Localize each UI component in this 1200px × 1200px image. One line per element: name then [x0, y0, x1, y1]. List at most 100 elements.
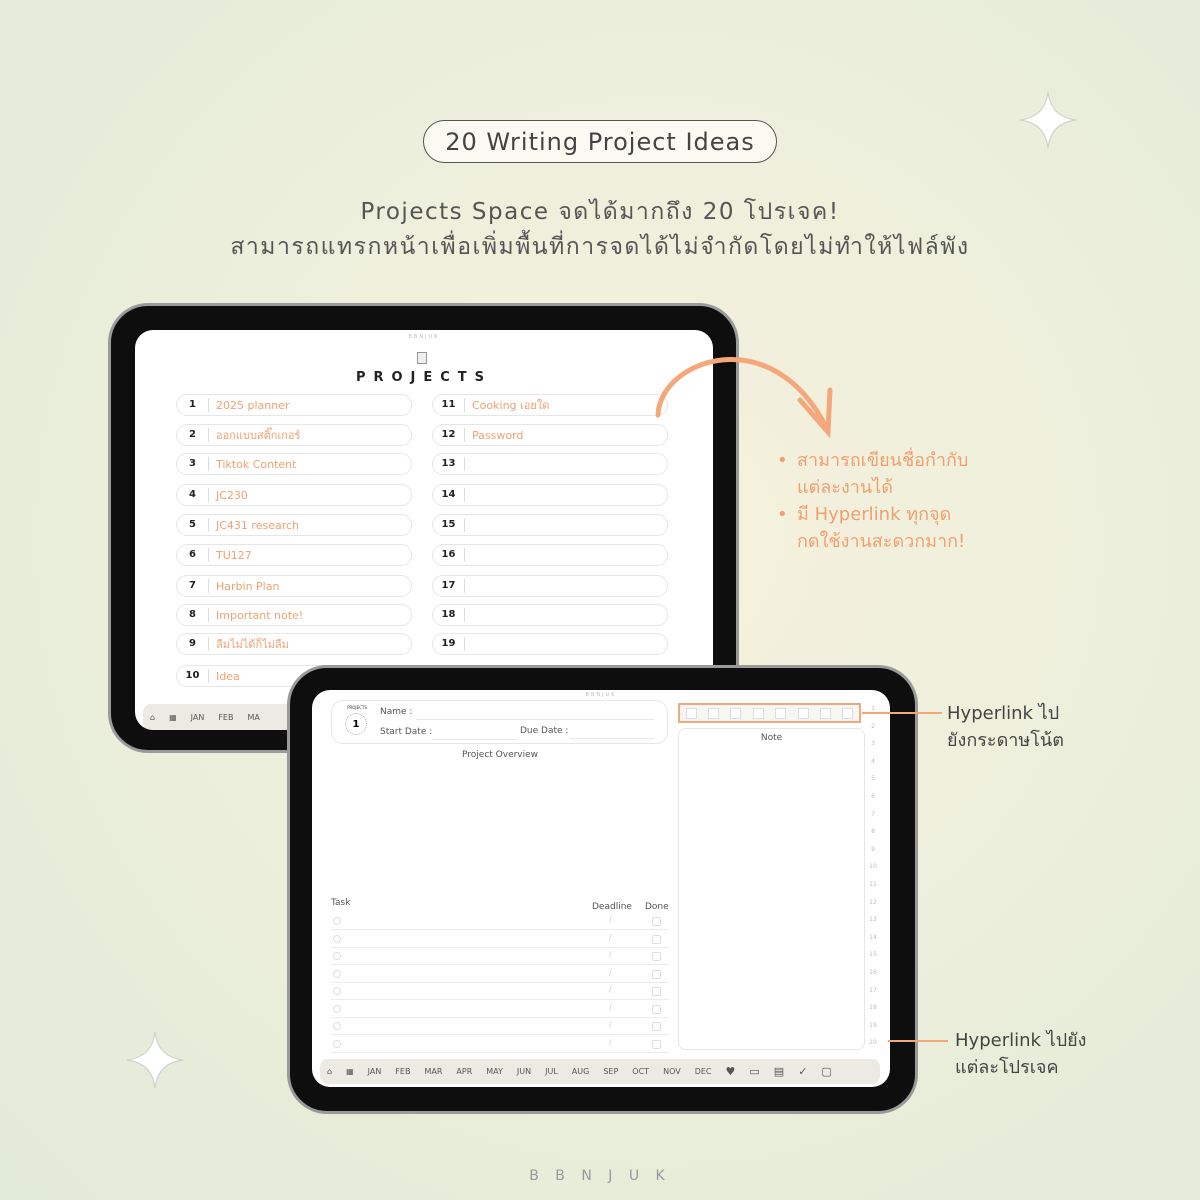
project-row[interactable]: 17: [432, 575, 668, 597]
link-icon[interactable]: [685, 707, 697, 719]
done-checkbox[interactable]: [652, 987, 661, 996]
project-row[interactable]: 9 ลืมไม่ได้ก็ไม่ลืม: [176, 633, 412, 655]
task-bullet-icon: [333, 934, 341, 943]
calendar-icon[interactable]: ▦: [346, 1067, 354, 1076]
link-icon[interactable]: [797, 707, 809, 719]
task-row[interactable]: /: [331, 933, 669, 948]
project-row[interactable]: 12 Password: [432, 424, 668, 446]
annotation-bullets: • สามารถเขียนชื่อกำกับ แต่ละงานได้ • มี Hyp…: [777, 447, 968, 555]
done-checkbox[interactable]: [652, 969, 661, 979]
project-row[interactable]: 11 Cooking เอยใด: [432, 394, 668, 416]
link-icon[interactable]: [708, 707, 720, 719]
deadline-field[interactable]: /: [609, 968, 612, 977]
deadline-field[interactable]: /: [609, 1038, 612, 1047]
note-box[interactable]: Note: [678, 728, 865, 1050]
project-number: 18: [433, 608, 465, 622]
task-row[interactable]: /: [331, 950, 669, 965]
project-name: Password: [472, 428, 524, 442]
nav-month[interactable]: NOV: [663, 1067, 681, 1076]
callout2-line2: แต่ละโปรเจค: [955, 1057, 1059, 1078]
heart-icon[interactable]: ♥: [726, 1065, 736, 1078]
footer-brand: B B N J U K: [529, 1168, 671, 1184]
nav-month[interactable]: FEB: [395, 1067, 410, 1076]
task-row[interactable]: /: [331, 1020, 669, 1035]
nav-jan[interactable]: JAN: [191, 713, 205, 722]
project-row[interactable]: 4 JC230: [176, 484, 412, 506]
project-number: 9: [177, 637, 209, 651]
project-row[interactable]: 13: [432, 453, 668, 475]
link-icon[interactable]: [752, 707, 764, 719]
task-row[interactable]: /: [331, 915, 669, 930]
hyperlink-project-callout: Hyperlink ไปยัง แต่ละโปรเจค: [955, 1027, 1086, 1081]
hyperlink-note-callout: Hyperlink ไป ยังกระดาษโน้ต: [947, 700, 1064, 754]
project-row[interactable]: 6 TU127: [176, 544, 412, 566]
note-icon[interactable]: ▢: [821, 1065, 831, 1078]
callout1-line2: ยังกระดาษโน้ต: [947, 730, 1064, 751]
link-icon[interactable]: [775, 707, 787, 719]
project-row[interactable]: 19: [432, 633, 668, 655]
project-row[interactable]: 8 Important note!: [176, 604, 412, 626]
deadline-field[interactable]: /: [609, 985, 612, 994]
project-number: 7: [177, 579, 209, 593]
project-row[interactable]: 15: [432, 514, 668, 536]
project-row[interactable]: 1 2025 planner: [176, 394, 412, 416]
bullet1-line1: สามารถเขียนชื่อกำกับ: [797, 450, 969, 471]
project-number: 6: [177, 548, 209, 562]
done-checkbox[interactable]: [652, 1022, 661, 1031]
project-row[interactable]: 18: [432, 604, 668, 626]
done-checkbox[interactable]: [652, 917, 661, 926]
done-checkbox[interactable]: [652, 952, 661, 961]
nav-month[interactable]: JUL: [545, 1067, 558, 1076]
task-row[interactable]: /: [331, 985, 669, 1000]
link-icon[interactable]: [819, 707, 831, 719]
task-bullet-icon: [333, 952, 341, 960]
start-date-field[interactable]: [432, 739, 517, 740]
nav-month[interactable]: MAR: [424, 1067, 442, 1076]
done-checkbox[interactable]: [652, 1004, 661, 1014]
brand-mark: BBNJUK: [408, 334, 440, 340]
bottom-nav: ⌂ ▦ JAN FEB MAR APR MAY JUN JUL AUG SEP OCT NOV DEC ♥…: [320, 1059, 880, 1084]
project-row[interactable]: 14: [432, 484, 668, 506]
nav-month[interactable]: MAY: [486, 1067, 503, 1076]
project-row[interactable]: 5 JC431 research: [176, 514, 412, 536]
nav-feb[interactable]: FEB: [218, 713, 233, 722]
task-row[interactable]: /: [331, 968, 669, 983]
home-icon[interactable]: ⌂: [150, 713, 155, 722]
deadline-field[interactable]: /: [609, 950, 612, 959]
nav-month[interactable]: SEP: [603, 1067, 618, 1076]
task-row[interactable]: /: [331, 1038, 669, 1053]
link-icon[interactable]: [842, 707, 854, 719]
calendar-icon[interactable]: ▦: [169, 713, 177, 722]
project-row[interactable]: 16: [432, 544, 668, 566]
nav-month[interactable]: JAN: [368, 1067, 382, 1076]
project-overview-label: Project Overview: [462, 750, 539, 760]
task-label: Task: [331, 898, 351, 908]
done-checkbox[interactable]: [652, 934, 661, 944]
wallet-icon[interactable]: ▭: [749, 1065, 759, 1078]
project-name: JC230: [216, 488, 248, 502]
due-date-field[interactable]: [570, 738, 654, 739]
nav-month[interactable]: AUG: [572, 1067, 590, 1076]
project-row[interactable]: 7 Harbin Plan: [176, 575, 412, 597]
deadline-field[interactable]: /: [609, 915, 612, 924]
link-icon[interactable]: [730, 707, 742, 719]
project-name: 2025 planner: [216, 398, 290, 412]
project-row[interactable]: 3 Tiktok Content: [176, 453, 412, 475]
deadline-field[interactable]: /: [609, 1003, 612, 1012]
nav-mar[interactable]: MA: [247, 713, 259, 722]
nav-month[interactable]: DEC: [695, 1067, 712, 1076]
deadline-field[interactable]: /: [609, 933, 612, 942]
done-checkbox[interactable]: [652, 1039, 661, 1049]
task-row[interactable]: /: [331, 1003, 669, 1018]
deadline-field[interactable]: /: [609, 1020, 612, 1029]
project-row[interactable]: 2 ออกแบบสติ๊กเกอร์: [176, 424, 412, 446]
check-icon[interactable]: ✓: [798, 1065, 807, 1078]
nav-month[interactable]: JUN: [517, 1067, 531, 1076]
home-icon[interactable]: ⌂: [327, 1067, 332, 1076]
nav-month[interactable]: APR: [456, 1067, 472, 1076]
project-number: 4: [177, 488, 209, 502]
name-field[interactable]: [416, 719, 654, 720]
nav-month[interactable]: OCT: [632, 1067, 649, 1076]
notebook-icon[interactable]: ▤: [774, 1065, 784, 1078]
project-name: ออกแบบสติ๊กเกอร์: [216, 429, 301, 442]
